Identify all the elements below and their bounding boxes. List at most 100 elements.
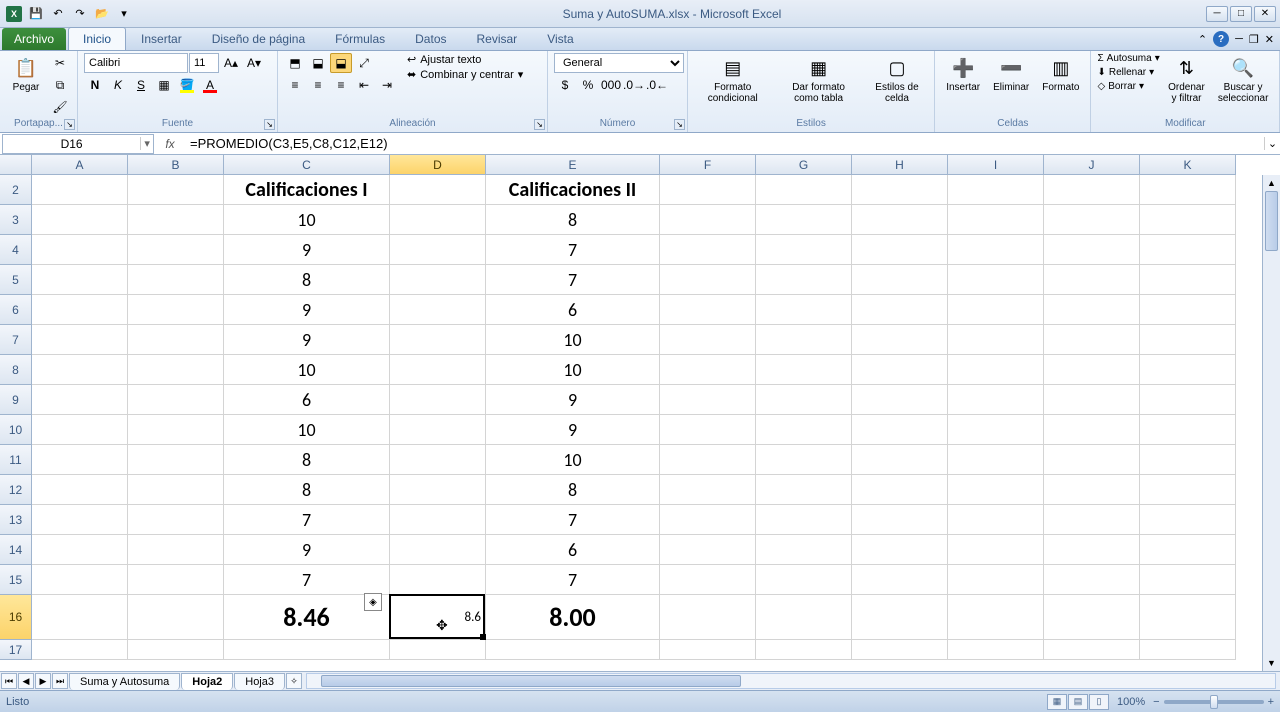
- tab-revisar[interactable]: Revisar: [462, 27, 533, 50]
- sheet-tab-1[interactable]: Hoja2: [181, 673, 233, 690]
- cell-J16[interactable]: [1044, 595, 1140, 640]
- cell-D12[interactable]: [390, 475, 486, 505]
- cell-K16[interactable]: [1140, 595, 1236, 640]
- cell-I2[interactable]: [948, 175, 1044, 205]
- row-header-16[interactable]: 16: [0, 595, 32, 640]
- cell-E15[interactable]: 7: [486, 565, 660, 595]
- cell-F9[interactable]: [660, 385, 756, 415]
- cell-K10[interactable]: [1140, 415, 1236, 445]
- percent-icon[interactable]: %: [577, 75, 599, 95]
- cell-D7[interactable]: [390, 325, 486, 355]
- cell-F2[interactable]: [660, 175, 756, 205]
- cell-G12[interactable]: [756, 475, 852, 505]
- cell-K6[interactable]: [1140, 295, 1236, 325]
- cell-F10[interactable]: [660, 415, 756, 445]
- decrease-decimal-icon[interactable]: .0←: [646, 75, 668, 95]
- cell-H9[interactable]: [852, 385, 948, 415]
- cell-grid[interactable]: Calificaciones ICalificaciones II1089787…: [32, 175, 1262, 671]
- workbook-close-icon[interactable]: ✕: [1265, 33, 1274, 46]
- cell-E7[interactable]: 10: [486, 325, 660, 355]
- cell-H10[interactable]: [852, 415, 948, 445]
- cell-G17[interactable]: [756, 640, 852, 660]
- grow-font-icon[interactable]: A▴: [220, 53, 242, 73]
- cell-K14[interactable]: [1140, 535, 1236, 565]
- cell-B4[interactable]: [128, 235, 224, 265]
- column-header-E[interactable]: E: [486, 155, 660, 175]
- cell-C14[interactable]: 9: [224, 535, 390, 565]
- find-select-button[interactable]: 🔍Buscar y seleccionar: [1213, 53, 1273, 107]
- font-launcher[interactable]: ↘: [264, 119, 275, 130]
- cell-K9[interactable]: [1140, 385, 1236, 415]
- cell-I3[interactable]: [948, 205, 1044, 235]
- alignment-launcher[interactable]: ↘: [534, 119, 545, 130]
- cell-H8[interactable]: [852, 355, 948, 385]
- cell-J11[interactable]: [1044, 445, 1140, 475]
- cell-H7[interactable]: [852, 325, 948, 355]
- cell-J5[interactable]: [1044, 265, 1140, 295]
- fill-color-icon[interactable]: 🪣: [176, 75, 198, 95]
- view-pagebreak-icon[interactable]: ▯: [1089, 694, 1109, 710]
- align-left-icon[interactable]: ≡: [284, 75, 306, 95]
- cell-H13[interactable]: [852, 505, 948, 535]
- insert-cells-button[interactable]: ➕Insertar: [941, 53, 985, 96]
- hscroll-thumb[interactable]: [321, 675, 741, 687]
- cell-H15[interactable]: [852, 565, 948, 595]
- cell-J12[interactable]: [1044, 475, 1140, 505]
- cell-E10[interactable]: 9: [486, 415, 660, 445]
- cell-I15[interactable]: [948, 565, 1044, 595]
- font-color-icon[interactable]: A: [199, 75, 221, 95]
- row-header-8[interactable]: 8: [0, 355, 32, 385]
- cell-B17[interactable]: [128, 640, 224, 660]
- cell-A15[interactable]: [32, 565, 128, 595]
- cell-I17[interactable]: [948, 640, 1044, 660]
- merge-center-button[interactable]: ⬌ Combinar y centrar ▾: [407, 68, 523, 81]
- cell-D14[interactable]: [390, 535, 486, 565]
- cell-K13[interactable]: [1140, 505, 1236, 535]
- workbook-minimize-icon[interactable]: ─: [1235, 33, 1243, 45]
- cell-A4[interactable]: [32, 235, 128, 265]
- cell-G4[interactable]: [756, 235, 852, 265]
- cell-A9[interactable]: [32, 385, 128, 415]
- select-all-corner[interactable]: [0, 155, 32, 175]
- cell-D11[interactable]: [390, 445, 486, 475]
- cell-J8[interactable]: [1044, 355, 1140, 385]
- cell-B9[interactable]: [128, 385, 224, 415]
- cell-A6[interactable]: [32, 295, 128, 325]
- cell-D5[interactable]: [390, 265, 486, 295]
- cell-K5[interactable]: [1140, 265, 1236, 295]
- cell-C9[interactable]: 6: [224, 385, 390, 415]
- zoom-slider[interactable]: [1164, 700, 1264, 704]
- cell-G6[interactable]: [756, 295, 852, 325]
- row-header-9[interactable]: 9: [0, 385, 32, 415]
- cell-C8[interactable]: 10: [224, 355, 390, 385]
- cell-F7[interactable]: [660, 325, 756, 355]
- column-header-K[interactable]: K: [1140, 155, 1236, 175]
- cell-E12[interactable]: 8: [486, 475, 660, 505]
- name-box[interactable]: ▾: [2, 134, 154, 154]
- align-bottom-icon[interactable]: ⬓: [330, 53, 352, 73]
- cell-K12[interactable]: [1140, 475, 1236, 505]
- cell-H3[interactable]: [852, 205, 948, 235]
- cell-D8[interactable]: [390, 355, 486, 385]
- cell-G16[interactable]: [756, 595, 852, 640]
- cell-D15[interactable]: [390, 565, 486, 595]
- row-header-6[interactable]: 6: [0, 295, 32, 325]
- cell-I13[interactable]: [948, 505, 1044, 535]
- cell-C11[interactable]: 8: [224, 445, 390, 475]
- column-header-F[interactable]: F: [660, 155, 756, 175]
- cell-B2[interactable]: [128, 175, 224, 205]
- cell-D2[interactable]: [390, 175, 486, 205]
- cell-I4[interactable]: [948, 235, 1044, 265]
- cell-F11[interactable]: [660, 445, 756, 475]
- vertical-scrollbar[interactable]: ▲ ▼: [1262, 175, 1280, 671]
- cell-C12[interactable]: 8: [224, 475, 390, 505]
- scroll-up-icon[interactable]: ▲: [1263, 175, 1280, 191]
- format-cells-button[interactable]: ▥Formato: [1037, 53, 1084, 96]
- align-right-icon[interactable]: ≡: [330, 75, 352, 95]
- column-header-C[interactable]: C: [224, 155, 390, 175]
- view-layout-icon[interactable]: ▤: [1068, 694, 1088, 710]
- row-header-17[interactable]: 17: [0, 640, 32, 660]
- cell-I9[interactable]: [948, 385, 1044, 415]
- cut-icon[interactable]: ✂: [49, 53, 71, 73]
- view-normal-icon[interactable]: ▦: [1047, 694, 1067, 710]
